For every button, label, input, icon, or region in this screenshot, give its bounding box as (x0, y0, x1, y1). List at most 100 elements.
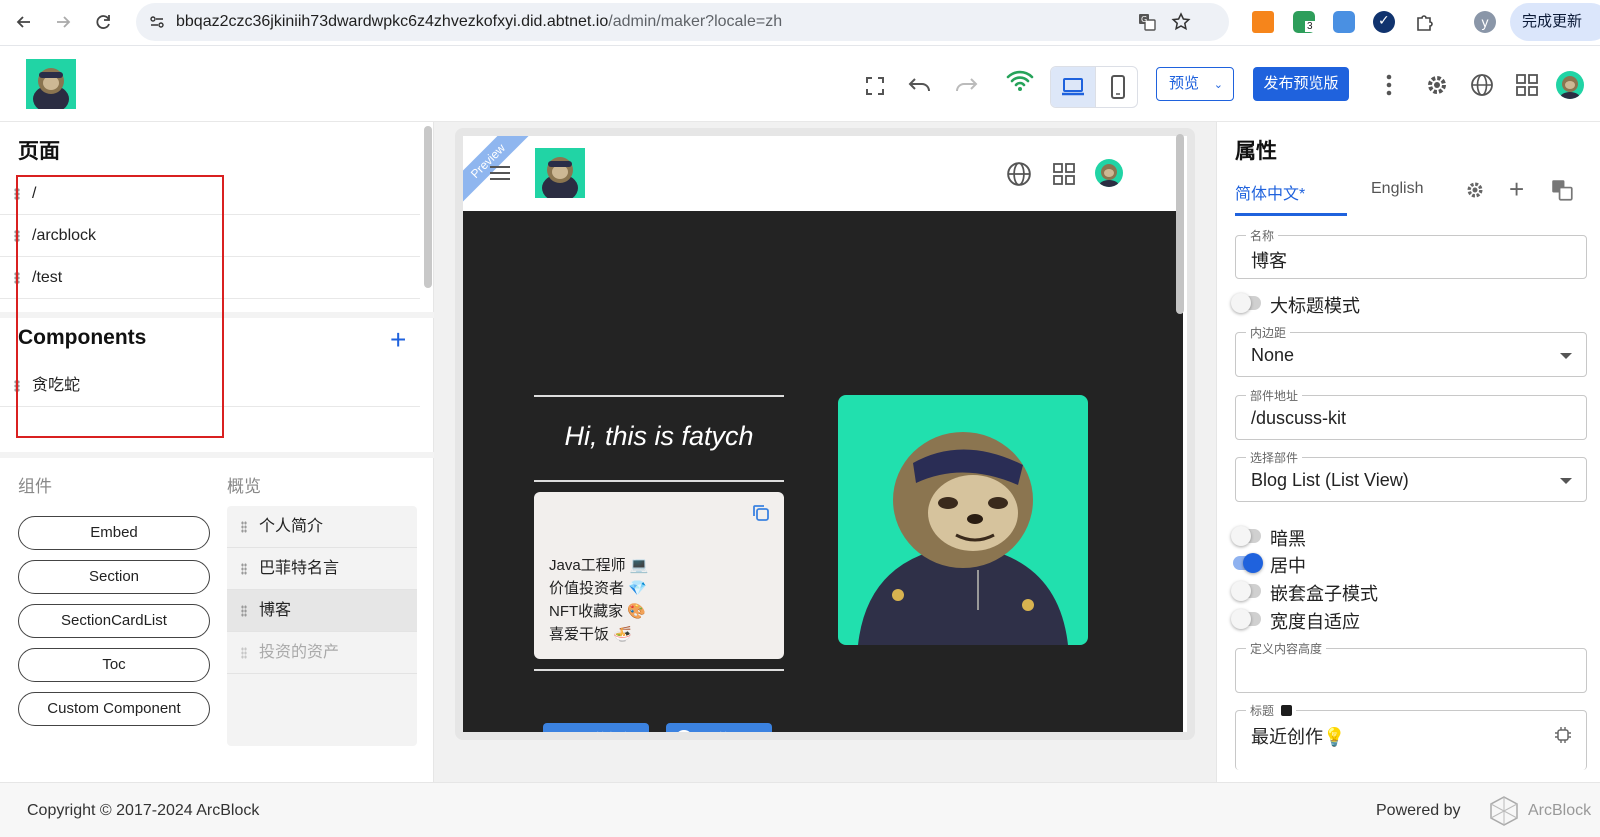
wifi-status-icon (1006, 70, 1034, 91)
dark-mode-toggle[interactable] (1231, 526, 1261, 546)
palette-section-button[interactable]: Section (18, 560, 210, 594)
preview-label: 预览 (1169, 75, 1200, 92)
select-component-dropdown[interactable]: 选择部件 Blog List (List View) (1235, 449, 1587, 502)
dropdown-arrow-icon (1560, 353, 1572, 359)
properties-panel: 属性 简体中文* English + 名称 博客 大标题模式 内边距 None 部件… (1216, 122, 1600, 782)
nft-link-button[interactable]: 我的NFT (666, 723, 772, 740)
publish-preview-button[interactable]: 发布预览版 (1253, 67, 1349, 101)
puzzle-extensions-icon[interactable] (1414, 11, 1436, 33)
arcblock-brand[interactable]: ArcBlock (1528, 802, 1591, 820)
bio-card: Java工程师 💻 价值投资者 💎 NFT收藏家 🎨 喜爱干饭 🍜 (534, 492, 784, 659)
auto-translate-icon[interactable] (1551, 179, 1573, 201)
opensea-icon (675, 730, 693, 732)
pages-scrollbar[interactable] (424, 126, 432, 288)
globe-icon[interactable] (1470, 73, 1494, 97)
preview-apps-grid-icon[interactable] (1052, 162, 1076, 186)
redo-icon[interactable] (954, 75, 978, 95)
component-url-field[interactable]: 部件地址/duscuss-kit (1235, 387, 1587, 440)
fullscreen-icon[interactable] (866, 77, 884, 95)
twitter-link-button[interactable]: 🐦 我的推特 (543, 723, 649, 740)
checkmark-extension-icon[interactable]: ✓ (1373, 11, 1395, 33)
divider (534, 669, 784, 671)
metamask-extension-icon[interactable] (1252, 11, 1274, 33)
preview-site-logo[interactable] (535, 148, 585, 198)
bio-line: 喜爱干饭 🍜 (549, 626, 632, 643)
preview-scrollbar[interactable] (1176, 134, 1184, 314)
center-label: 居中 (1270, 556, 1306, 576)
update-browser-button[interactable]: 完成更新 (1510, 3, 1600, 41)
field-label: 标题 (1246, 702, 1297, 719)
name-field[interactable]: 名称 博客 (1235, 227, 1587, 279)
padding-select[interactable]: 内边距 None (1235, 324, 1587, 377)
add-language-icon[interactable]: + (1509, 174, 1524, 205)
drag-handle-icon[interactable] (241, 647, 247, 659)
bookmark-star-icon[interactable] (1171, 12, 1191, 32)
site-settings-icon[interactable] (149, 14, 165, 30)
more-vertical-icon[interactable] (1386, 74, 1392, 96)
profile-avatar[interactable]: y (1474, 11, 1496, 33)
nested-box-toggle[interactable] (1231, 581, 1261, 601)
hero-headline: Hi, this is fatych (564, 421, 754, 451)
back-arrow-icon[interactable] (14, 12, 34, 32)
twitter-bird-icon: 🐦 (553, 731, 571, 740)
drag-handle-icon[interactable] (241, 605, 247, 617)
url-path: /admin/maker?locale=zh (608, 13, 783, 30)
preview-globe-icon[interactable] (1006, 161, 1032, 187)
overview-label: 概览 (227, 477, 261, 496)
copy-icon[interactable] (752, 504, 770, 522)
pages-title: 页面 (18, 140, 60, 163)
site-logo[interactable] (26, 59, 76, 109)
arcblock-logo-icon[interactable] (1489, 795, 1519, 827)
translate-icon[interactable]: G (1138, 13, 1156, 31)
bio-line: Java工程师 💻 (549, 557, 649, 574)
preview-user-avatar[interactable] (1095, 159, 1123, 187)
palette-custom-component-button[interactable]: Custom Component (18, 692, 210, 726)
overview-item-assets[interactable]: 投资的资产 (227, 632, 417, 674)
app-header: 预览 ⌄ 发布预览版 (0, 47, 1600, 122)
overview-item-blog-selected[interactable]: 博客 (227, 590, 417, 632)
preview-frame: Preview Hi, this is fatych Java工程师 💻 价值投… (455, 128, 1195, 740)
reload-icon[interactable] (93, 12, 113, 32)
page-footer: Copyright © 2017-2024 ArcBlock Powered b… (0, 782, 1600, 837)
tab-zh[interactable]: 简体中文* (1235, 180, 1305, 204)
overview-item-quotes[interactable]: 巴菲特名言 (227, 548, 417, 590)
extension-icon[interactable]: 3 (1293, 11, 1315, 33)
name-value: 博客 (1251, 251, 1287, 271)
screenshot-extension-icon[interactable] (1333, 11, 1355, 33)
overview-item-intro[interactable]: 个人简介 (227, 506, 417, 548)
color-swatch[interactable] (1281, 705, 1293, 716)
content-height-field[interactable]: 定义内容高度 (1235, 640, 1587, 693)
mobile-view-button[interactable] (1095, 67, 1137, 107)
forward-arrow-icon[interactable] (53, 12, 73, 32)
drag-handle-icon[interactable] (241, 563, 247, 575)
active-tab-indicator (1235, 213, 1347, 216)
desktop-view-button[interactable] (1051, 67, 1095, 107)
center-toggle[interactable] (1233, 553, 1263, 573)
chevron-down-icon: ⌄ (1213, 79, 1223, 91)
auto-width-toggle[interactable] (1231, 609, 1261, 629)
hamburger-menu-icon[interactable] (490, 165, 510, 181)
language-settings-icon[interactable] (1465, 180, 1485, 200)
phone-icon (1111, 75, 1125, 99)
heading-field[interactable]: 标题 最近创作💡 (1235, 702, 1587, 770)
palette-embed-button[interactable]: Embed (18, 516, 210, 550)
button-label: 我的NFT (703, 731, 759, 740)
dropdown-arrow-icon (1560, 478, 1572, 484)
gear-icon[interactable] (1425, 73, 1449, 97)
user-avatar[interactable] (1556, 71, 1584, 99)
tab-english[interactable]: English (1371, 180, 1423, 198)
preview-dropdown[interactable]: 预览 ⌄ (1156, 67, 1234, 101)
address-bar[interactable]: bbqaz2czc36jkiniih73dwardwpkc6z4zhvezkof… (136, 3, 1229, 41)
overview-item-label: 巴菲特名言 (259, 560, 340, 577)
nested-box-label: 嵌套盒子模式 (1270, 584, 1378, 604)
add-component-icon[interactable]: + (390, 326, 406, 354)
apps-grid-icon[interactable] (1515, 73, 1539, 97)
palette-sectioncardlist-button[interactable]: SectionCardList (18, 604, 210, 638)
drag-handle-icon[interactable] (241, 521, 247, 533)
palette-toc-button[interactable]: Toc (18, 648, 210, 682)
undo-icon[interactable] (908, 75, 932, 95)
big-title-toggle[interactable] (1231, 293, 1261, 313)
powered-by-text: Powered by (1376, 802, 1461, 819)
ai-chip-icon[interactable] (1554, 726, 1572, 744)
url-host: bbqaz2czc36jkiniih73dwardwpkc6z4zhvezkof… (176, 13, 609, 30)
